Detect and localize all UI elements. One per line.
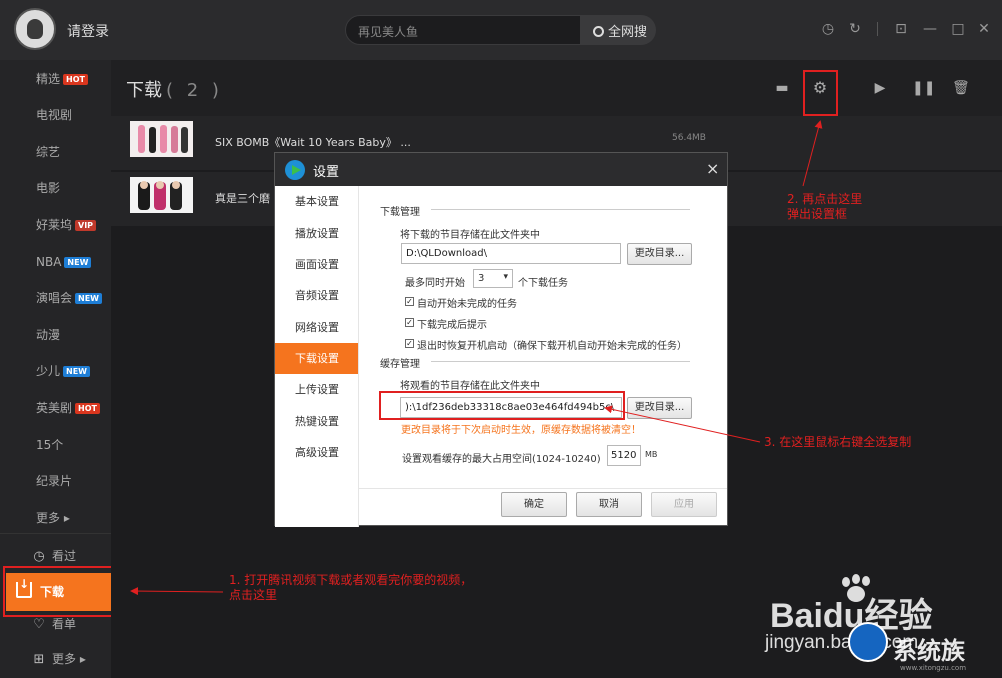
annotation-step1-line2: 点击这里 (229, 588, 472, 603)
xitongzu-watermark: 系统族 (893, 631, 965, 666)
windows-logo-icon (848, 622, 888, 662)
annotation-step2: 2. 再点击这里弹出设置框 (787, 192, 862, 222)
annotation-step1-line1: 1. 打开腾讯视频下载或者观看完你要的视频， (229, 573, 472, 588)
annotation-step1: 1. 打开腾讯视频下载或者观看完你要的视频，点击这里 (229, 573, 472, 603)
annotation-step2-line1: 2. 再点击这里 (787, 192, 862, 207)
annotation-step3: 3. 在这里鼠标右键全选复制 (764, 435, 911, 450)
xitongzu-url-watermark: www.xitongzu.com (900, 664, 966, 672)
annotation-step2-line2: 弹出设置框 (787, 207, 862, 222)
